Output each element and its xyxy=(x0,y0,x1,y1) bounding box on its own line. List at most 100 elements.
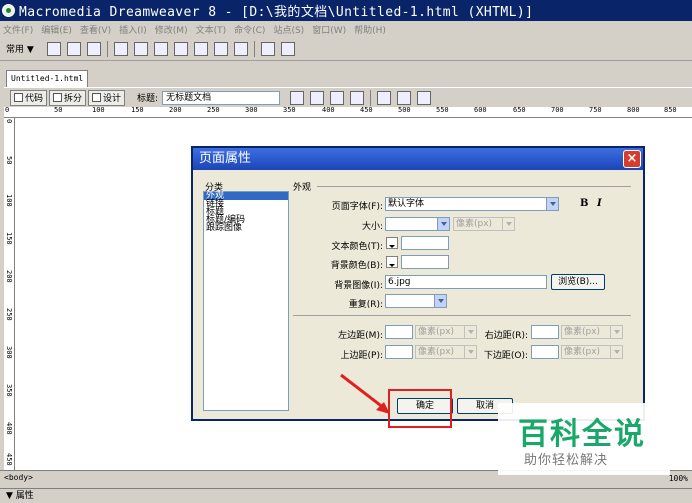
ruler-tick-label: 50 xyxy=(54,106,63,114)
document-title-input[interactable]: 无标题文档 xyxy=(162,90,281,105)
repeat-select[interactable] xyxy=(385,294,447,308)
bottom-margin-unit-select[interactable]: 像素(px) xyxy=(561,345,623,359)
image-icon[interactable] xyxy=(153,41,168,56)
page-font-select[interactable]: 默认字体 xyxy=(385,197,559,211)
menu-bar: 文件(F) 编辑(E) 查看(V) 插入(I) 修改(M) 文本(T) 命令(C… xyxy=(0,21,692,37)
ruler-tick-label: 150 xyxy=(131,106,144,114)
ruler-tick-label: 100 xyxy=(5,194,13,207)
tag-chooser-icon[interactable] xyxy=(280,41,295,56)
left-margin-label: 左边距(M): xyxy=(338,331,383,341)
template-icon[interactable] xyxy=(260,41,275,56)
code-view-button[interactable]: 代码 xyxy=(10,89,48,106)
ruler-tick-label: 300 xyxy=(5,346,13,359)
bg-color-input[interactable] xyxy=(401,255,449,269)
toolbar-separator xyxy=(370,89,372,106)
ruler-tick-label: 750 xyxy=(589,106,602,114)
size-unit-select[interactable]: 像素(px) xyxy=(453,217,515,231)
size-label: 大小: xyxy=(361,222,383,232)
menu-edit[interactable]: 编辑(E) xyxy=(41,23,72,36)
text-color-input[interactable] xyxy=(401,236,449,250)
code-view-icon xyxy=(14,93,23,102)
top-margin-unit-value: 像素(px) xyxy=(418,347,455,357)
left-margin-unit-select[interactable]: 像素(px) xyxy=(415,325,477,339)
zoom-level[interactable]: 100% xyxy=(669,472,688,485)
insert-category-select[interactable]: 常用 ▼ xyxy=(6,42,34,55)
bold-button[interactable]: B xyxy=(580,198,588,209)
size-unit-value: 像素(px) xyxy=(456,219,493,229)
named-anchor-icon[interactable] xyxy=(86,41,101,56)
ruler-tick-label: 200 xyxy=(5,270,13,283)
design-view-button[interactable]: 设计 xyxy=(88,89,126,106)
bottom-margin-input[interactable] xyxy=(531,345,559,359)
hyperlink-icon[interactable] xyxy=(46,41,61,56)
media-icon[interactable] xyxy=(173,41,188,56)
no-browser-check-errors-icon[interactable] xyxy=(290,90,305,105)
file-management-icon[interactable] xyxy=(330,90,345,105)
menu-file[interactable]: 文件(F) xyxy=(3,23,33,36)
chevron-down-icon xyxy=(610,326,622,338)
browse-button[interactable]: 浏览(B)... xyxy=(551,274,605,290)
top-margin-unit-select[interactable]: 像素(px) xyxy=(415,345,477,359)
text-color-swatch[interactable] xyxy=(386,237,398,249)
menu-help[interactable]: 帮助(H) xyxy=(354,23,386,36)
ruler-tick-label: 250 xyxy=(5,308,13,321)
ruler-tick-label: 150 xyxy=(5,232,13,245)
vertical-ruler: 0 50 100 150 200 250 300 350 400 450 xyxy=(4,118,15,470)
italic-button[interactable]: I xyxy=(597,198,602,209)
menu-view[interactable]: 查看(V) xyxy=(80,23,111,36)
page-font-value: 默认字体 xyxy=(388,199,425,209)
right-margin-input[interactable] xyxy=(531,325,559,339)
menu-window[interactable]: 窗口(W) xyxy=(312,23,346,36)
split-view-button[interactable]: 拆分 xyxy=(49,89,87,106)
menu-insert[interactable]: 插入(I) xyxy=(119,23,147,36)
chevron-down-icon xyxy=(437,218,449,230)
right-margin-unit-select[interactable]: 像素(px) xyxy=(561,325,623,339)
ruler-tick-label: 300 xyxy=(245,106,258,114)
ruler-tick-label: 550 xyxy=(436,106,449,114)
margin-divider xyxy=(293,315,631,316)
menu-commands[interactable]: 命令(C) xyxy=(234,23,265,36)
chevron-down-icon xyxy=(464,346,476,358)
table-icon[interactable] xyxy=(113,41,128,56)
top-margin-input[interactable] xyxy=(385,345,413,359)
insert-toolbar: 常用 ▼ xyxy=(0,37,692,61)
ruler-tick-label: 400 xyxy=(5,422,13,435)
size-select[interactable] xyxy=(385,217,450,231)
left-margin-input[interactable] xyxy=(385,325,413,339)
menu-modify[interactable]: 修改(M) xyxy=(155,23,188,36)
preview-browser-icon[interactable] xyxy=(350,90,365,105)
ruler-tick-label: 0 xyxy=(5,106,10,114)
bg-color-swatch[interactable] xyxy=(386,256,398,268)
ruler-tick-label: 100 xyxy=(92,106,105,114)
page-properties-dialog: 页面属性 × 分类 外观 外观 链接 标题 标题/编码 跟踪图像 页面字体(F)… xyxy=(191,146,645,421)
ruler-tick-label: 250 xyxy=(207,106,220,114)
refresh-icon[interactable] xyxy=(377,90,392,105)
document-tab[interactable]: Untitled-1.html xyxy=(6,70,88,87)
watermark-subtitle: 助你轻松解决 xyxy=(524,453,609,468)
split-view-icon xyxy=(53,93,63,102)
ruler-tick-label: 50 xyxy=(5,156,13,165)
close-icon[interactable]: × xyxy=(623,150,641,168)
chevron-down-icon xyxy=(502,218,514,230)
menu-site[interactable]: 站点(S) xyxy=(273,23,304,36)
page-font-label: 页面字体(F): xyxy=(331,202,383,212)
category-item-tracing-image[interactable]: 跟踪图像 xyxy=(204,224,288,233)
tag-selector[interactable]: <body> xyxy=(4,473,33,482)
bg-image-input[interactable]: 6.jpg xyxy=(385,275,547,289)
horizontal-ruler: 0 50 100 150 200 250 300 350 400 450 500… xyxy=(4,106,692,118)
layer-icon[interactable] xyxy=(133,41,148,56)
visual-aids-icon[interactable] xyxy=(417,90,432,105)
server-side-include-icon[interactable] xyxy=(213,41,228,56)
properties-panel-header[interactable]: ▼ 属性 xyxy=(0,488,692,503)
validate-markup-icon[interactable] xyxy=(310,90,325,105)
bg-color-label: 背景颜色(B): xyxy=(330,261,383,271)
document-toolbar: 代码 拆分 设计 标题: 无标题文档 xyxy=(4,87,692,107)
email-link-icon[interactable] xyxy=(66,41,81,56)
menu-text[interactable]: 文本(T) xyxy=(196,23,227,36)
date-icon[interactable] xyxy=(193,41,208,56)
top-margin-label: 上边距(P): xyxy=(340,351,383,361)
view-options-icon[interactable] xyxy=(397,90,412,105)
comment-icon[interactable] xyxy=(233,41,248,56)
ruler-tick-label: 650 xyxy=(513,106,526,114)
design-view-icon xyxy=(92,93,102,102)
